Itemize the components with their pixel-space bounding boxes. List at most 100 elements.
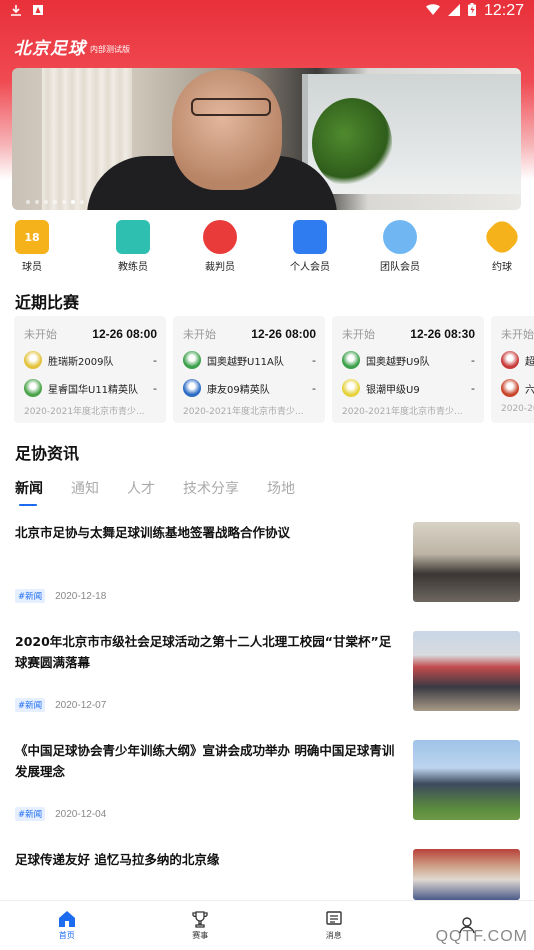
nav-label: 首页 (58, 931, 75, 940)
whistle-icon (203, 220, 237, 254)
status-bar: 12:27 (0, 0, 534, 22)
news-tab-3[interactable]: 技术分享 (183, 478, 239, 506)
team-score: - (153, 353, 157, 367)
match-card[interactable]: 未开始 12-26 08:00 胜瑞斯2009队 - 星睿国华U11精英队 - 2020-2… (14, 316, 166, 423)
team-score: - (471, 381, 475, 395)
quick-link-label: 裁判员 (205, 262, 235, 273)
watermark: QQTF.COM (435, 928, 528, 945)
match-league: 2020-2021年度北京市青少... (342, 407, 463, 417)
beta-badge: 内部测试版 (90, 45, 130, 54)
person-badge-icon (293, 220, 327, 254)
match-header: 未开始 12-26 08:30 (342, 326, 475, 342)
nav-label: 消息 (325, 931, 342, 940)
app-notification-icon (32, 2, 44, 20)
tactics-board-icon (116, 220, 150, 254)
news-item[interactable]: 2020年北京市市级社会足球活动之第十二人北理工校园“甘棠杯”足球赛圆满落幕 #新… (15, 631, 520, 713)
app-title: 北京足球 (14, 39, 86, 59)
news-title: 《中国足球协会青少年训练大纲》宣讲会成功举办 明确中国足球青训发展理念 (15, 743, 395, 779)
message-icon (325, 910, 343, 928)
news-thumbnail (413, 740, 520, 820)
news-thumbnail (413, 849, 520, 900)
team-name: 星睿国华U11精英队 (48, 384, 139, 396)
news-item[interactable]: 北京市足协与太舞足球训练基地签署战略合作协议 #新闻 2020-12-18 (15, 522, 520, 604)
news-tag: #新闻 (15, 698, 46, 712)
recent-matches-title: 近期比赛 (15, 293, 80, 312)
match-time: 12-26 08:00 (251, 327, 316, 341)
team-row-home: 国奥越野U9队 - (342, 350, 475, 370)
quick-links: 18 球员 教练员 裁判员 个人会员 团队会员 约球 (0, 216, 534, 276)
team-logo-icon (501, 379, 519, 397)
home-icon (58, 910, 76, 928)
quick-link-label: 教练员 (118, 262, 148, 273)
match-status: 未开始 (183, 328, 216, 341)
team-name: 胜瑞斯2009队 (48, 356, 114, 368)
team-name: 国奥越野U9队 (366, 356, 430, 368)
banner-image-person (87, 68, 337, 210)
match-card[interactable]: 未开始 12-26 08:30 国奥越野U9队 - 银潮甲级U9 - 2020-2021年度… (332, 316, 484, 423)
team-row-away: 银潮甲级U9 - (342, 378, 475, 398)
news-section-title: 足协资讯 (15, 444, 80, 463)
quick-link-label: 个人会员 (290, 262, 330, 273)
quick-link-5[interactable]: 约球 (462, 216, 534, 273)
team-row-away: 康友09精英队 - (183, 378, 316, 398)
quick-link-3[interactable]: 个人会员 (270, 220, 350, 273)
match-status: 未开始 (501, 328, 534, 341)
team-row-away: 星睿国华U11精英队 - (24, 378, 157, 398)
news-date: 2020-12-07 (55, 699, 107, 711)
quick-link-label: 球员 (22, 262, 42, 273)
nav-label: 赛事 (192, 931, 209, 940)
team-row-away: 六 (501, 378, 534, 398)
download-icon (10, 2, 22, 20)
nav-item-2[interactable]: 消息 (267, 901, 401, 950)
match-league: 2020-20 (501, 404, 534, 414)
team-name: 六 (525, 384, 534, 396)
match-status: 未开始 (24, 328, 57, 341)
quick-link-4[interactable]: 团队会员 (360, 220, 440, 273)
quick-link-2[interactable]: 裁判员 (180, 220, 260, 273)
news-tabs: 新闻 通知 人才 技术分享 场地 (15, 478, 295, 506)
team-score: - (471, 353, 475, 367)
news-tab-0[interactable]: 新闻 (15, 478, 43, 506)
team-score: - (312, 353, 316, 367)
match-time: 12-26 08:00 (92, 327, 157, 341)
news-tab-1[interactable]: 通知 (71, 478, 99, 506)
match-league: 2020-2021年度北京市青少... (183, 407, 304, 417)
team-name: 银潮甲级U9 (366, 384, 420, 396)
team-name: 国奥越野U11A队 (207, 356, 284, 368)
team-logo-icon (342, 379, 360, 397)
news-title: 北京市足协与太舞足球训练基地签署战略合作协议 (15, 525, 291, 540)
news-thumbnail (413, 631, 520, 711)
battery-icon (467, 2, 476, 20)
team-row-home: 超 (501, 350, 534, 370)
signal-icon (447, 2, 460, 20)
match-status: 未开始 (342, 328, 375, 341)
news-item[interactable]: 《中国足球协会青少年训练大纲》宣讲会成功举办 明确中国足球青训发展理念 #新闻 20… (15, 740, 520, 822)
match-header: 未开始 12-26 08:00 (183, 326, 316, 342)
banner-carousel[interactable] (12, 68, 521, 210)
news-thumbnail (413, 522, 520, 602)
ball-icon (481, 216, 523, 258)
quick-link-0[interactable]: 18 球员 (0, 220, 72, 273)
match-card[interactable]: 未开始 12-26 08:00 国奥越野U11A队 - 康友09精英队 - 2020-202… (173, 316, 325, 423)
match-header: 未开始 12-26 08:00 (24, 326, 157, 342)
news-tab-2[interactable]: 人才 (127, 478, 155, 506)
trophy-icon (191, 910, 209, 928)
status-time: 12:27 (483, 2, 524, 19)
team-score: - (153, 381, 157, 395)
nav-item-0[interactable]: 首页 (0, 901, 134, 950)
team-name: 康友09精英队 (207, 384, 270, 396)
team-logo-icon (183, 351, 201, 369)
match-time: 12-26 08:30 (410, 327, 475, 341)
jersey-icon: 18 (15, 220, 49, 254)
quick-link-1[interactable]: 教练员 (93, 220, 173, 273)
news-tab-4[interactable]: 场地 (267, 478, 295, 506)
team-logo-icon (24, 379, 42, 397)
team-score: - (312, 381, 316, 395)
match-card[interactable]: 未开始超六 2020-20 (491, 316, 534, 423)
recent-matches-list[interactable]: 未开始 12-26 08:00 胜瑞斯2009队 - 星睿国华U11精英队 - 2020-2… (14, 316, 534, 423)
team-row-home: 胜瑞斯2009队 - (24, 350, 157, 370)
nav-item-1[interactable]: 赛事 (134, 901, 268, 950)
news-meta: #新闻 2020-12-04 (15, 807, 106, 821)
app-header: 北京足球 内部测试版 (14, 34, 130, 59)
news-tag: #新闻 (15, 589, 46, 603)
